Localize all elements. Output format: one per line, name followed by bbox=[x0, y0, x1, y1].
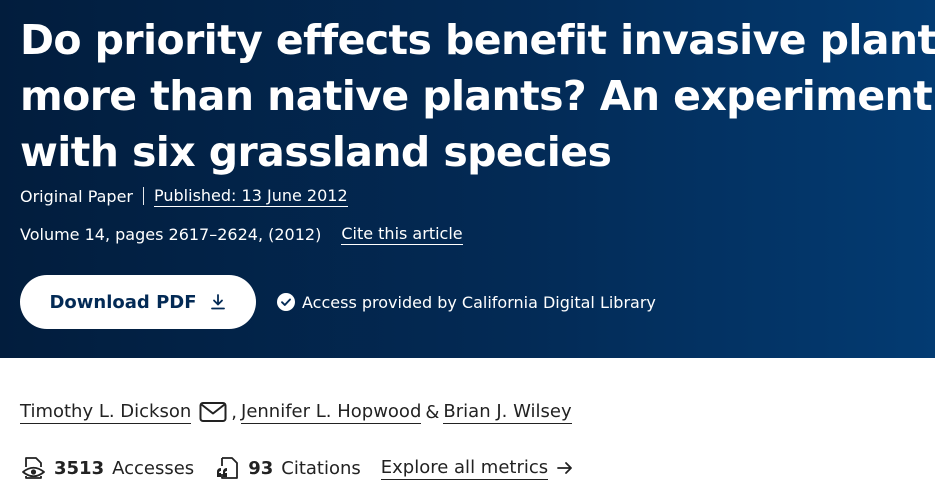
cite-article-link[interactable]: Cite this article bbox=[341, 224, 463, 245]
download-icon bbox=[210, 294, 225, 310]
accesses-metric: 3513 Accesses bbox=[20, 454, 194, 482]
citations-metric: 93 Citations bbox=[214, 454, 361, 482]
access-status: Access provided by California Digital Li… bbox=[277, 289, 656, 315]
mail-icon[interactable] bbox=[199, 401, 227, 423]
volume-pages: Volume 14, pages 2617–2624, (2012) bbox=[20, 224, 322, 244]
explore-metrics-label: Explore all metrics bbox=[380, 456, 549, 480]
author-link[interactable]: Jennifer L. Hopwood bbox=[241, 401, 422, 424]
download-pdf-label: Download PDF bbox=[49, 291, 197, 313]
article-citation-row: Volume 14, pages 2617–2624, (2012) Cite … bbox=[20, 222, 463, 246]
author-link[interactable]: Timothy L. Dickson bbox=[20, 401, 192, 424]
article-title-line: more than native plants? An experiment bbox=[20, 72, 933, 120]
published-date-link[interactable]: Published: 13 June 2012 bbox=[154, 186, 348, 207]
article-header: Do priority effects benefit invasive pla… bbox=[0, 0, 935, 358]
article-title-line: Do priority effects benefit invasive pla… bbox=[20, 16, 935, 64]
meta-divider bbox=[143, 187, 145, 205]
arrow-right-icon bbox=[557, 462, 573, 474]
article-type: Original Paper bbox=[20, 186, 134, 206]
eye-document-icon bbox=[22, 457, 45, 479]
citations-label: Citations bbox=[281, 457, 361, 479]
article-title-line: with six grassland species bbox=[20, 128, 612, 176]
author-link[interactable]: Brian J. Wilsey bbox=[443, 401, 572, 424]
article-title: Do priority effects benefit invasive pla… bbox=[20, 12, 935, 180]
author-conjunction: & bbox=[425, 401, 440, 423]
author-separator: , bbox=[231, 401, 238, 423]
article-metrics: 3513 Accesses 93 Citations Explore all m… bbox=[20, 453, 574, 483]
check-circle-icon bbox=[277, 293, 295, 311]
accesses-count: 3513 bbox=[54, 457, 105, 479]
explore-metrics-link[interactable]: Explore all metrics bbox=[380, 456, 574, 480]
author-list: Timothy L. Dickson , Jennifer L. Hopwood… bbox=[20, 398, 572, 426]
access-text: Access provided by California Digital Li… bbox=[302, 292, 656, 312]
accesses-label: Accesses bbox=[112, 457, 195, 479]
citations-count: 93 bbox=[248, 457, 274, 479]
article-meta-row: Original Paper Published: 13 June 2012 bbox=[20, 184, 348, 208]
download-pdf-button[interactable]: Download PDF bbox=[20, 275, 256, 329]
quote-document-icon bbox=[217, 457, 239, 479]
